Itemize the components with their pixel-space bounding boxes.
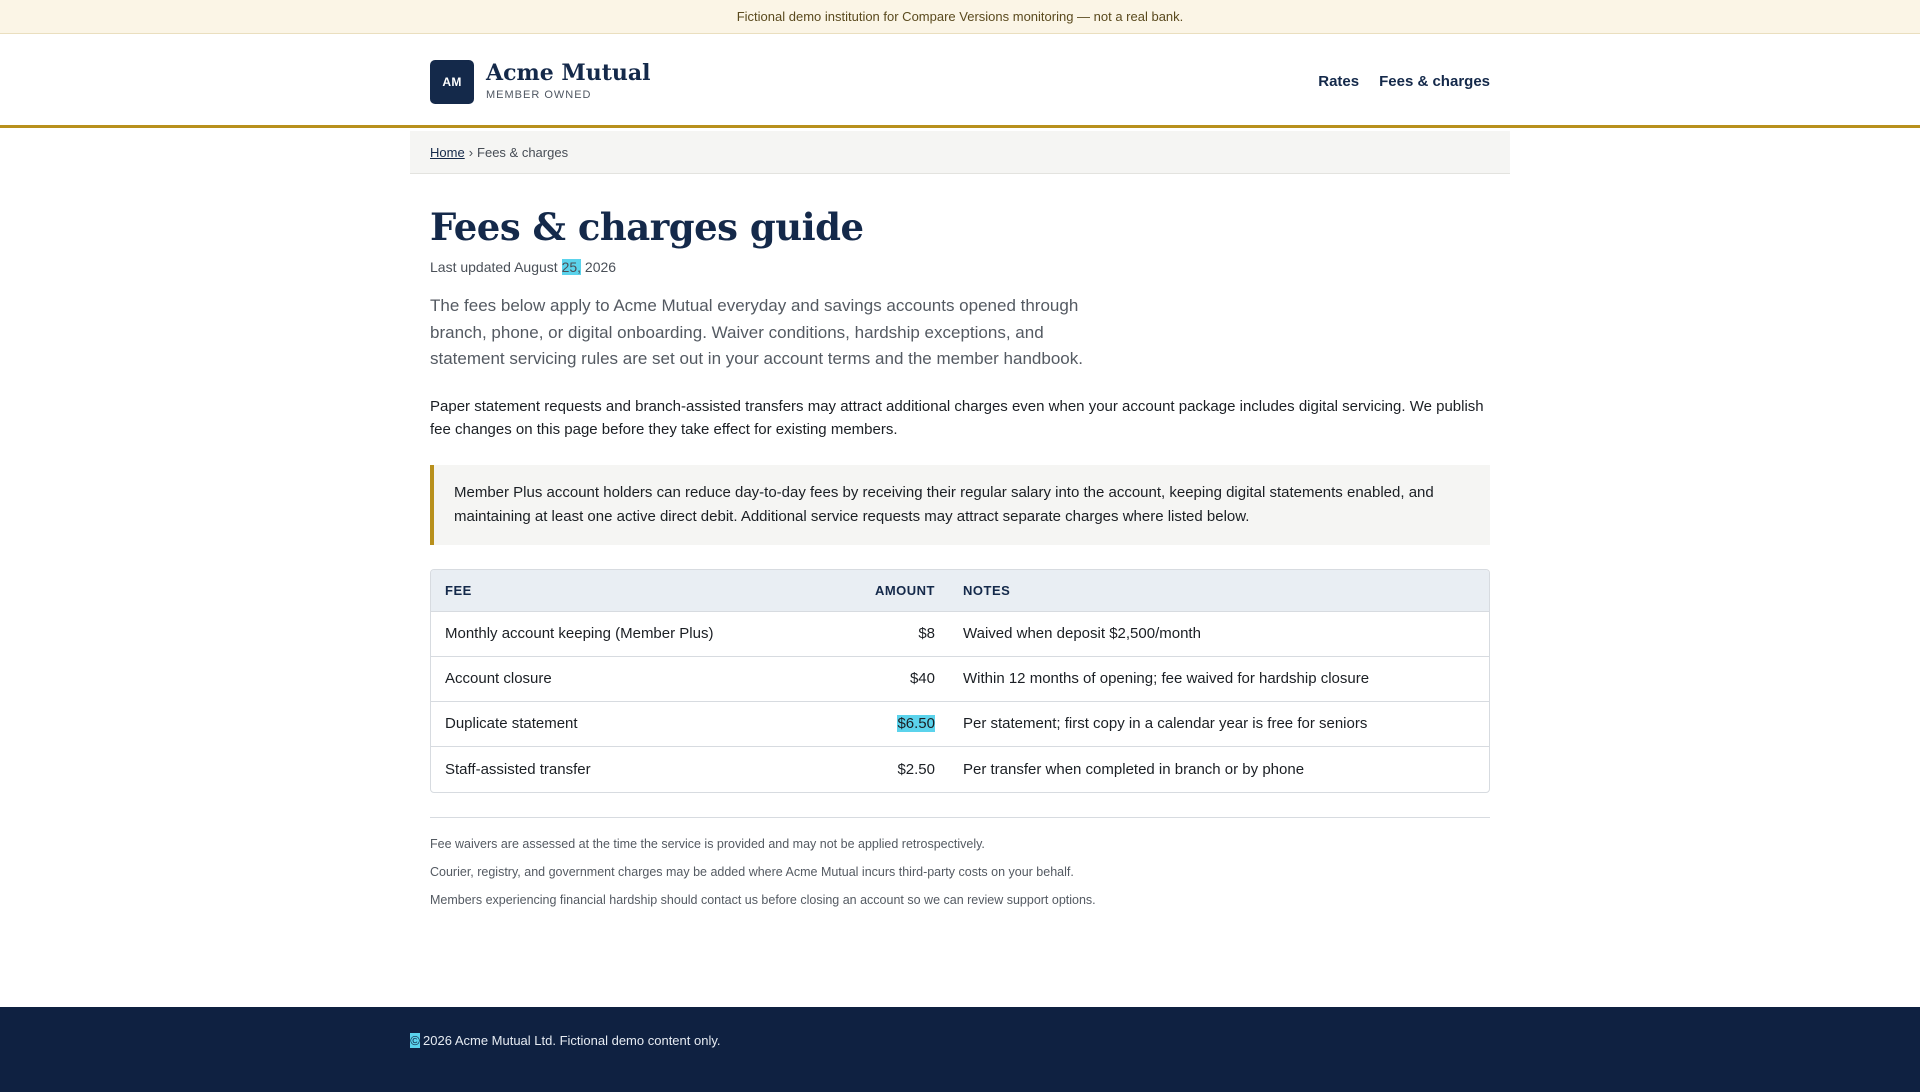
fee-amount-highlight: $6.50 [897,715,935,732]
fee-amount-cell: $2.50 [897,760,935,778]
fee-notes-cell: Within 12 months of opening; fee waived … [949,657,1489,702]
callout-text: Member Plus account holders can reduce d… [454,483,1434,525]
body-paragraph: Paper statement requests and branch-assi… [430,397,1484,438]
footnote: Fee waivers are assessed at the time the… [430,836,985,851]
nav-link-rates[interactable]: Rates [1318,73,1359,90]
member-plus-callout: Member Plus account holders can reduce d… [430,464,1490,545]
table-row: Duplicate statement $6.50 Per statement;… [431,702,1489,747]
table-header-row: FEE AMOUNT NOTES [431,569,1489,612]
site-header: AM Acme Mutual MEMBER OWNED Rates Fees &… [0,34,1920,128]
last-updated: Last updated August 25, 2026 [430,259,1490,275]
site-footer: © 2026 Acme Mutual Ltd. Fictional demo c… [0,1007,1920,1092]
table-row: Account closure $40 Within 12 months of … [431,657,1489,702]
fee-table: FEE AMOUNT NOTES Monthly account keeping… [430,568,1490,793]
fee-notes-cell: Per statement; first copy in a calendar … [949,702,1489,747]
copyright-mark: © [410,1033,420,1048]
fee-name-cell: Duplicate statement [431,702,851,747]
demo-notice-text: Fictional demo institution for Compare V… [736,9,1184,24]
last-updated-year: 2026 [581,259,617,275]
footnote: Courier, registry, and government charge… [430,864,1074,879]
breadcrumb-separator: › [468,144,474,160]
footnote: Members experiencing financial hardship … [430,892,1096,907]
lead-paragraph: The fees below apply to Acme Mutual ever… [430,296,1083,368]
fee-notes-cell: Waived when deposit $2,500/month [949,612,1489,657]
footnotes: Fee waivers are assessed at the time the… [430,816,1490,908]
logo-mark: AM [430,60,474,104]
fee-name-cell: Staff-assisted transfer [445,760,591,778]
brand-tagline: MEMBER OWNED [486,89,592,101]
breadcrumb-home-link[interactable]: Home [430,145,465,160]
last-updated-prefix: Last updated August [430,259,562,275]
brand-home-link[interactable]: AM Acme Mutual MEMBER OWNED [430,58,651,104]
main-nav: Rates Fees & charges [1318,73,1490,90]
demo-notice-banner: Fictional demo institution for Compare V… [0,0,1920,34]
fee-name-cell: Account closure [431,657,851,702]
fee-amount-cell: $8 [851,612,949,657]
fee-notes-cell: Per transfer when completed in branch or… [963,760,1305,778]
main-content: Fees & charges guide Last updated August… [430,174,1490,921]
column-header-amount: AMOUNT [851,569,949,612]
breadcrumb-current: Fees & charges [477,144,569,160]
fee-name-cell: Monthly account keeping (Member Plus) [431,612,851,657]
brand-name: Acme Mutual [486,60,651,86]
nav-link-fees-charges[interactable]: Fees & charges [1379,73,1490,90]
table-row: Staff-assisted transfer $2.50 Per transf… [431,747,1489,792]
breadcrumb: Home › Fees & charges [410,131,1510,174]
fee-amount-cell: $40 [851,657,949,702]
last-updated-day-highlight: 25, [561,259,582,275]
table-row: Monthly account keeping (Member Plus) $8… [431,612,1489,657]
column-header-fee: FEE [431,569,851,612]
column-header-notes: NOTES [949,569,1489,612]
fee-amount-cell: $6.50 [851,702,949,747]
page-title: Fees & charges guide [430,205,864,249]
footer-text: 2026 Acme Mutual Ltd. Fictional demo con… [423,1033,721,1048]
